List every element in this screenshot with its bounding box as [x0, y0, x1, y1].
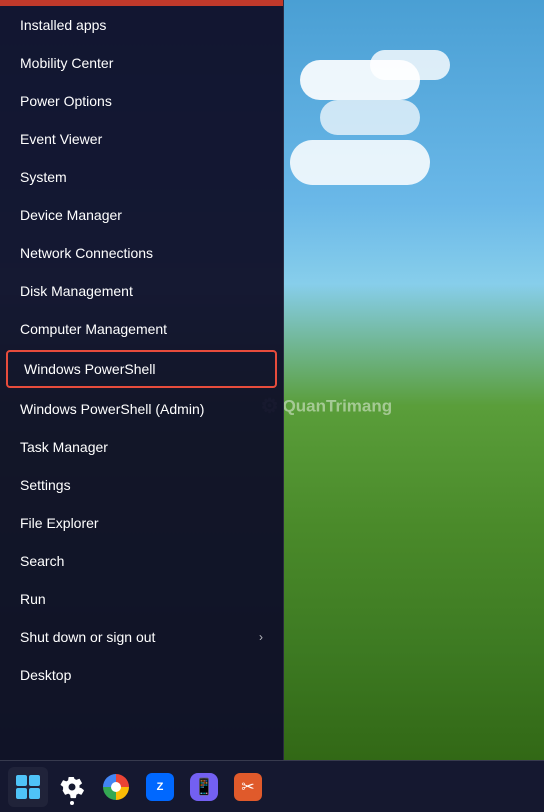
taskbar-dot	[70, 801, 74, 805]
menu-item-shut-down[interactable]: Shut down or sign out ›	[0, 618, 283, 656]
menu-item-file-explorer[interactable]: File Explorer	[0, 504, 283, 542]
menu-item-mobility-center[interactable]: Mobility Center	[0, 44, 283, 82]
viber-taskbar-icon[interactable]: 📱	[184, 767, 224, 807]
scissors-icon: ✂	[234, 773, 262, 801]
menu-item-disk-management[interactable]: Disk Management	[0, 272, 283, 310]
menu-item-windows-powershell[interactable]: Windows PowerShell	[6, 350, 277, 388]
context-menu: Installed apps Mobility Center Power Opt…	[0, 0, 284, 760]
viber-icon: 📱	[190, 773, 218, 801]
menu-item-desktop[interactable]: Desktop	[0, 656, 283, 694]
settings-taskbar-icon[interactable]	[52, 767, 92, 807]
chevron-right-icon: ›	[259, 630, 263, 644]
menu-item-settings[interactable]: Settings	[0, 466, 283, 504]
chrome-icon	[103, 774, 129, 800]
menu-item-network-connections[interactable]: Network Connections	[0, 234, 283, 272]
menu-item-event-viewer[interactable]: Event Viewer	[0, 120, 283, 158]
taskbar: Z 📱 ✂	[0, 760, 544, 812]
menu-item-run[interactable]: Run	[0, 580, 283, 618]
gear-icon	[60, 775, 84, 799]
zalo-taskbar-icon[interactable]: Z	[140, 767, 180, 807]
menu-item-power-options[interactable]: Power Options	[0, 82, 283, 120]
menu-item-device-manager[interactable]: Device Manager	[0, 196, 283, 234]
menu-item-system[interactable]: System	[0, 158, 283, 196]
snipping-tool-taskbar-icon[interactable]: ✂	[228, 767, 268, 807]
menu-item-search[interactable]: Search	[0, 542, 283, 580]
start-button[interactable]	[8, 767, 48, 807]
menu-item-task-manager[interactable]: Task Manager	[0, 428, 283, 466]
menu-item-windows-powershell-admin[interactable]: Windows PowerShell (Admin)	[0, 390, 283, 428]
chrome-taskbar-icon[interactable]	[96, 767, 136, 807]
windows-logo-icon	[16, 775, 40, 799]
zalo-icon: Z	[146, 773, 174, 801]
menu-item-computer-management[interactable]: Computer Management	[0, 310, 283, 348]
menu-item-installed-apps[interactable]: Installed apps	[0, 6, 283, 44]
